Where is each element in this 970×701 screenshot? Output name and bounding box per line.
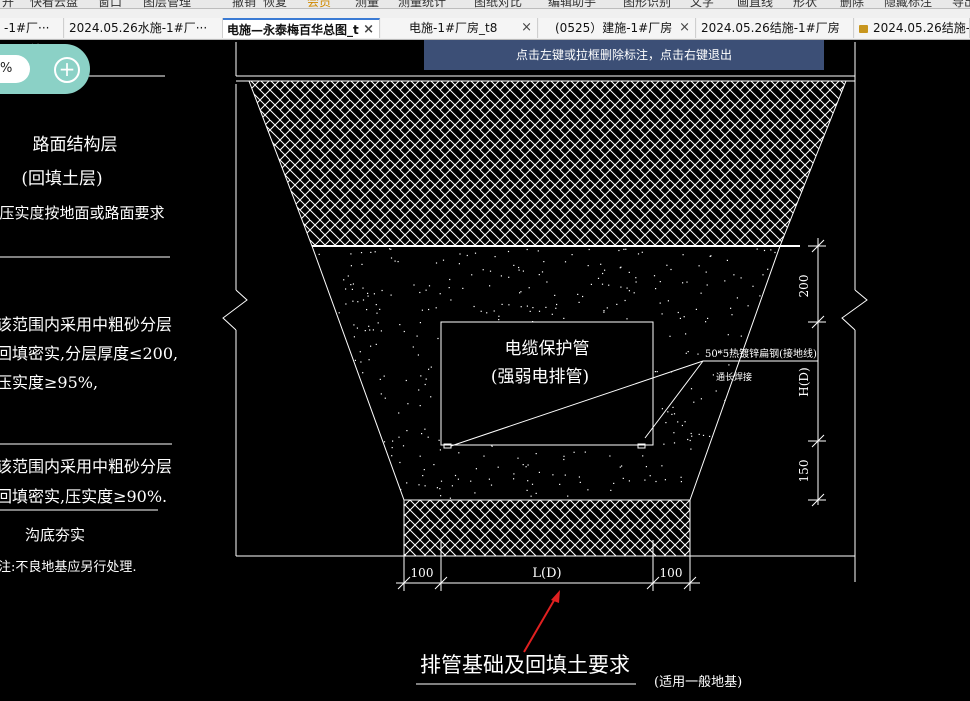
dim-hd: H(D)	[797, 367, 811, 396]
tab-label: (0525）建施-1#厂房	[555, 21, 673, 35]
tab-label: -1#厂···	[4, 21, 50, 35]
drawing-canvas[interactable]: 电缆保护管 (强弱电排管) 50*5热镀锌扁钢(接地线) 通长焊接 200 H(…	[0, 40, 970, 701]
tab-bar: -1#厂··· 2024.05.26水施-1#厂··· 电施—永泰梅百华总图_t…	[0, 9, 970, 40]
left-notes: 地面 路面结构层 (回填土层) 压实度按地面或路面要求 该范围内采用中粗砂分层 …	[0, 43, 178, 575]
menu-item-measure[interactable]: 测量	[355, 0, 379, 8]
leader-label-2: 通长焊接	[716, 371, 752, 383]
menu-item-text[interactable]: 文字	[690, 0, 714, 8]
conduit-box: 电缆保护管 (强弱电排管)	[440, 321, 654, 449]
note-layer3-line1: 该范围内采用中粗砂分层	[0, 457, 172, 476]
tab-doc-3[interactable]: 电施—永泰梅百华总图_t ×	[223, 18, 380, 38]
note-layer2-line1: 该范围内采用中粗砂分层	[0, 315, 172, 334]
close-icon[interactable]: ×	[679, 18, 690, 38]
dim-100-right: 100	[660, 566, 683, 580]
road-structure-layer	[248, 80, 847, 247]
dim-150: 150	[797, 460, 811, 483]
drawing-caption: 排管基础及回填土要求 (适用一般地基)	[416, 653, 742, 690]
close-icon[interactable]: ×	[363, 20, 374, 38]
tab-label: 电施—永泰梅百华总图_t	[227, 23, 359, 37]
menu-item-cloud[interactable]: 快看云盘	[30, 0, 78, 8]
note-layer1-title: 路面结构层	[33, 135, 118, 155]
instruction-banner: 点击左键或拉框删除标注，点击右键退出	[424, 40, 824, 70]
menu-item-delete[interactable]: 删除	[840, 0, 864, 8]
menu-item[interactable]: 开	[2, 0, 14, 8]
menu-item-measure-stats[interactable]: 测量统计	[398, 0, 446, 8]
dim-200: 200	[797, 275, 811, 298]
menu-item-recognize[interactable]: 图形识别	[623, 0, 671, 8]
menu-item-member[interactable]: 会员	[307, 0, 331, 8]
dim-100-left: 100	[411, 566, 434, 580]
menu-item-layers[interactable]: 图层管理	[143, 0, 191, 8]
trench-base-layer	[403, 499, 691, 557]
note-layer2-line2: 回填密实,分层厚度≤200,	[0, 344, 178, 363]
tab-doc-6[interactable]: 2024.05.26结施-1#厂房	[697, 18, 854, 38]
note-trench-bottom: 沟底夯实	[25, 526, 85, 544]
tab-doc-5[interactable]: (0525）建施-1#厂房 ×	[539, 18, 696, 38]
tab-label: 2024.05.26结施-1#厂	[873, 21, 970, 35]
note-layer2-line3: 压实度≥95%,	[0, 373, 98, 392]
conduit-subtitle: (强弱电排管)	[491, 367, 589, 387]
tab-doc-7[interactable]: 2024.05.26结施-1#厂	[855, 18, 970, 38]
note-layer1-req: 压实度按地面或路面要求	[0, 204, 165, 222]
caption-scope: (适用一般地基)	[654, 674, 742, 690]
close-icon[interactable]: ×	[521, 18, 532, 38]
tab-doc-4[interactable]: 电施-1#厂房_t8 ×	[381, 18, 538, 38]
tab-label: 电施-1#厂房_t8	[409, 21, 498, 35]
note-layer1-sub: (回填土层)	[21, 169, 102, 189]
lock-icon	[859, 25, 868, 33]
menu-item-hide-marks[interactable]: 隐藏标注	[884, 0, 932, 8]
caption-title: 排管基础及回填土要求	[420, 653, 630, 677]
tab-label: 2024.05.26结施-1#厂房	[701, 21, 840, 35]
note-bad-ground: 注:不良地基应另行处理.	[0, 559, 137, 575]
zoom-control: % +	[0, 44, 90, 94]
dim-ld: L(D)	[532, 566, 561, 581]
menu-item-edit-helper[interactable]: 编辑助手	[548, 0, 596, 8]
menu-item-undo[interactable]: 撤销	[232, 0, 256, 8]
menu-item-compare[interactable]: 图纸对比	[474, 0, 522, 8]
zoom-in-icon[interactable]: +	[54, 57, 80, 83]
note-layer3-line2: 回填密实,压实度≥90%.	[0, 487, 167, 506]
menu-item-shape[interactable]: 形状	[793, 0, 817, 8]
menu-item-redo[interactable]: 恢复	[263, 0, 287, 8]
menu-item-window[interactable]: 窗口	[98, 0, 122, 8]
tab-doc-1[interactable]: -1#厂···	[0, 18, 64, 38]
tab-label: 2024.05.26水施-1#厂···	[69, 21, 208, 35]
leader-label-1: 50*5热镀锌扁钢(接地线)	[705, 347, 817, 360]
menu-item-line[interactable]: 画直线	[737, 0, 773, 8]
tab-doc-2[interactable]: 2024.05.26水施-1#厂···	[65, 18, 223, 38]
red-annotation-arrow[interactable]	[523, 590, 560, 653]
menu-bar: 开 快看云盘 窗口 图层管理 撤销 恢复 会员 测量 测量统计 图纸对比 编辑助…	[0, 0, 970, 9]
conduit-title: 电缆保护管	[505, 339, 590, 359]
menu-item-export[interactable]: 导出	[952, 0, 970, 8]
zoom-percent[interactable]: %	[0, 55, 30, 83]
